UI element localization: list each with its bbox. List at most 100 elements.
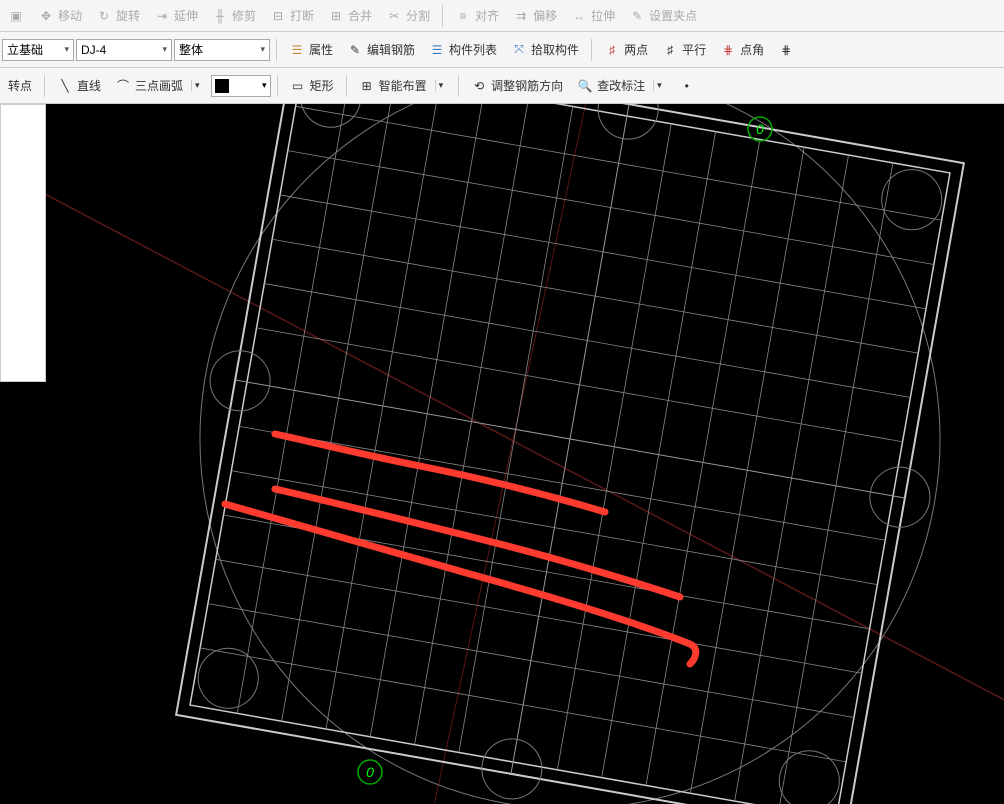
foundation-dropdown[interactable]: 立基础 ▾ [2,39,74,61]
separator [442,5,443,27]
rect-btn[interactable]: ▭ 矩形 [284,74,340,97]
break-label: 打断 [290,7,314,24]
component-dropdown[interactable]: DJ-4 ▾ [76,39,172,61]
trim-btn[interactable]: ╫ 修剪 [206,4,262,27]
cad-drawing: 0 0 [0,104,1004,804]
chevron-down-icon: ▾ [191,80,203,91]
properties-btn[interactable]: ☰ 属性 [283,38,339,61]
clear-icon: • [679,78,695,94]
align-btn[interactable]: ≡ 对齐 [449,4,505,27]
stretch-label: 拉伸 [591,7,615,24]
offset-label: 偏移 [533,7,557,24]
trim-icon: ╫ [212,8,228,24]
offset-icon: ⇉ [513,8,529,24]
chevron-down-icon: ▾ [64,44,69,55]
parallel-btn[interactable]: ♯ 平行 [656,38,712,61]
move-label: 移动 [58,7,82,24]
grip-icon: ✎ [629,8,645,24]
adjustrebar-label: 调整钢筋方向 [491,77,563,94]
setgrip-btn[interactable]: ✎ 设置夹点 [623,4,703,27]
adjustrebar-btn[interactable]: ⟲ 调整钢筋方向 [465,74,569,97]
angle-icon: ⋕ [720,42,736,58]
extend-btn[interactable]: ⇥ 延伸 [148,4,204,27]
smartlayout-btn[interactable]: ⊞ 智能布置 ▾ [353,74,453,97]
separator [44,75,45,97]
parallel-icon: ♯ [662,42,678,58]
more-btn[interactable]: ⋕ [772,39,800,61]
twopoint-label: 两点 [624,41,648,58]
rect-label: 矩形 [310,77,334,94]
rect-icon: ▭ [290,78,306,94]
clear-btn[interactable]: • [673,75,701,97]
line-label: 直线 [77,77,101,94]
rotate-icon: ↻ [96,8,112,24]
extend-label: 延伸 [174,7,198,24]
componentlist-label: 构件列表 [449,41,497,58]
stretch-btn[interactable]: ↔ 拉伸 [565,4,621,27]
break-btn[interactable]: ⊟ 打断 [264,4,320,27]
split-icon: ✂ [386,8,402,24]
eyedropper-icon: ⤧ [511,42,527,58]
move-btn[interactable]: ✥ 移动 [32,4,88,27]
editrebar-label: 编辑钢筋 [367,41,415,58]
cad-canvas[interactable]: 0 0 [0,104,1004,804]
chevron-down-icon: ▾ [162,44,167,55]
smart-icon: ⊞ [359,78,375,94]
editrebar-btn[interactable]: ✎ 编辑钢筋 [341,38,421,61]
properties-icon: ☰ [289,42,305,58]
foundation-label: 立基础 [7,41,43,58]
arc3pt-btn[interactable]: ⌒ 三点画弧 ▾ [109,74,209,97]
merge-icon: ⊞ [328,8,344,24]
arc-icon: ⌒ [115,78,131,94]
pointangle-btn[interactable]: ⋕ 点角 [714,38,770,61]
separator [458,75,459,97]
checkannotation-btn[interactable]: 🔍 查改标注 ▾ [571,74,671,97]
checkannotation-label: 查改标注 [597,77,645,94]
separator [591,39,592,61]
smartlayout-label: 智能布置 [379,77,427,94]
chevron-down-icon: ▾ [435,80,447,91]
setgrip-label: 设置夹点 [649,7,697,24]
extend-icon: ⇥ [154,8,170,24]
split-btn[interactable]: ✂ 分割 [380,4,436,27]
split-label: 分割 [406,7,430,24]
annotation-strokes [225,434,696,664]
axis-marker-bottom: 0 [358,760,382,784]
properties-label: 属性 [309,41,333,58]
whole-dropdown[interactable]: 整体 ▾ [174,39,270,61]
offset-btn[interactable]: ⇉ 偏移 [507,4,563,27]
break-icon: ⊟ [270,8,286,24]
componentlist-btn[interactable]: ☰ 构件列表 [423,38,503,61]
stretch-icon: ↔ [571,8,587,24]
svg-text:0: 0 [756,121,764,137]
parallel-label: 平行 [682,41,706,58]
rotate-btn[interactable]: ↻ 旋转 [90,4,146,27]
merge-label: 合并 [348,7,372,24]
search-icon: 🔍 [577,78,593,94]
pickcomponent-btn[interactable]: ⤧ 拾取构件 [505,38,585,61]
chevron-down-icon: ▾ [260,44,265,55]
line-icon: ╲ [57,78,73,94]
separator [277,75,278,97]
merge-btn[interactable]: ⊞ 合并 [322,4,378,27]
toolbar-component: 立基础 ▾ DJ-4 ▾ 整体 ▾ ☰ 属性 ✎ 编辑钢筋 ☰ 构件列表 ⤧ 拾… [0,32,1004,68]
chevron-down-icon: ▾ [653,80,665,91]
grid-icon: ♯ [604,42,620,58]
arc3pt-label: 三点画弧 [135,77,183,94]
whole-label: 整体 [179,41,203,58]
color-swatch-icon [215,79,229,93]
rotate-label: 旋转 [116,7,140,24]
pickcomponent-label: 拾取构件 [531,41,579,58]
rotpoint-btn[interactable]: 转点 [2,74,38,97]
more-icon: ⋕ [778,42,794,58]
chevron-down-icon: ▾ [262,80,267,91]
toolbar-edit: ▣ ✥ 移动 ↻ 旋转 ⇥ 延伸 ╫ 修剪 ⊟ 打断 ⊞ 合并 ✂ 分割 ≡ 对… [0,0,1004,32]
pointangle-label: 点角 [740,41,764,58]
image-btn[interactable]: ▣ [2,5,30,27]
line-btn[interactable]: ╲ 直线 [51,74,107,97]
color-dropdown[interactable]: ▾ [211,75,271,97]
twopoint-btn[interactable]: ♯ 两点 [598,38,654,61]
toolbar-draw: 转点 ╲ 直线 ⌒ 三点画弧 ▾ ▾ ▭ 矩形 ⊞ 智能布置 ▾ ⟲ 调整钢筋方… [0,68,1004,104]
side-panel [0,104,46,382]
component-value: DJ-4 [81,43,106,57]
